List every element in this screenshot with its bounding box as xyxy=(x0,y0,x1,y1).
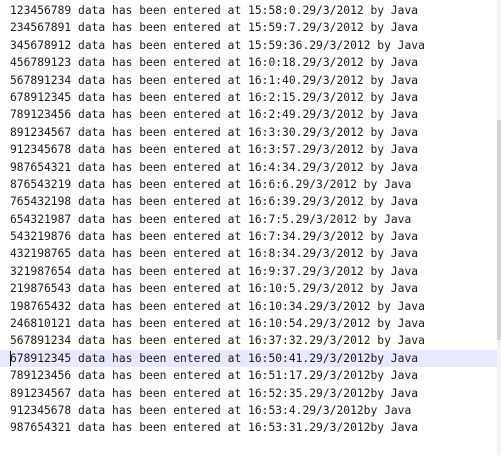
text-line[interactable]: 432198765 data has been entered at 16:8:… xyxy=(0,245,501,262)
line-text: 198765432 data has been entered at 16:10… xyxy=(10,299,425,313)
line-text: 678912345 data has been entered at 16:50… xyxy=(10,351,419,365)
text-line[interactable]: 567891234 data has been entered at 16:1:… xyxy=(0,72,501,89)
scrollbar-thumb[interactable] xyxy=(497,120,501,340)
text-line[interactable]: 891234567 data has been entered at 16:3:… xyxy=(0,124,501,141)
line-text: 234567891 data has been entered at 15:59… xyxy=(10,21,419,35)
text-line[interactable]: 789123456 data has been entered at 16:2:… xyxy=(0,106,501,123)
text-line[interactable]: 234567891 data has been entered at 15:59… xyxy=(0,19,501,36)
text-line[interactable]: 912345678 data has been entered at 16:53… xyxy=(0,402,501,419)
line-text: 789123456 data has been entered at 16:2:… xyxy=(10,108,419,122)
line-text: 432198765 data has been entered at 16:8:… xyxy=(10,247,419,261)
line-text: 567891234 data has been entered at 16:1:… xyxy=(10,73,419,87)
text-line[interactable]: 912345678 data has been entered at 16:3:… xyxy=(0,141,501,158)
text-lines[interactable]: 123456789 data has been entered at 15:58… xyxy=(0,2,501,437)
text-line[interactable]: 987654321 data has been entered at 16:53… xyxy=(0,419,501,436)
text-line[interactable]: 246810121 data has been entered at 16:10… xyxy=(0,315,501,332)
text-line[interactable]: 987654321 data has been entered at 16:4:… xyxy=(0,159,501,176)
line-text: 654321987 data has been entered at 16:7:… xyxy=(10,212,412,226)
vertical-scrollbar[interactable] xyxy=(497,0,501,455)
line-text: 987654321 data has been entered at 16:4:… xyxy=(10,160,419,174)
text-line[interactable]: 765432198 data has been entered at 16:6:… xyxy=(0,193,501,210)
text-line[interactable]: 321987654 data has been entered at 16:9:… xyxy=(0,263,501,280)
line-text: 678912345 data has been entered at 16:2:… xyxy=(10,90,419,104)
text-line[interactable]: 567891234 data has been entered at 16:37… xyxy=(0,332,501,349)
text-line[interactable]: 543219876 data has been entered at 16:7:… xyxy=(0,228,501,245)
line-text: 123456789 data has been entered at 15:58… xyxy=(10,4,419,17)
line-text: 543219876 data has been entered at 16:7:… xyxy=(10,230,419,244)
line-text: 321987654 data has been entered at 16:9:… xyxy=(10,264,419,278)
line-text: 987654321 data has been entered at 16:53… xyxy=(10,421,419,435)
text-line[interactable]: 891234567 data has been entered at 16:52… xyxy=(0,385,501,402)
line-text: 567891234 data has been entered at 16:37… xyxy=(10,334,425,348)
text-line[interactable]: 654321987 data has been entered at 16:7:… xyxy=(0,211,501,228)
text-line[interactable]: 198765432 data has been entered at 16:10… xyxy=(0,298,501,315)
line-text: 246810121 data has been entered at 16:10… xyxy=(10,317,425,331)
text-line[interactable]: 678912345 data has been entered at 16:2:… xyxy=(0,89,501,106)
line-text: 912345678 data has been entered at 16:53… xyxy=(10,403,412,417)
line-text: 765432198 data has been entered at 16:6:… xyxy=(10,195,419,209)
line-text: 876543219 data has been entered at 16:6:… xyxy=(10,177,412,191)
line-text: 891234567 data has been entered at 16:3:… xyxy=(10,125,419,139)
line-text: 789123456 data has been entered at 16:51… xyxy=(10,369,419,383)
text-line[interactable]: 219876543 data has been entered at 16:10… xyxy=(0,280,501,297)
line-text: 891234567 data has been entered at 16:52… xyxy=(10,386,419,400)
line-text: 456789123 data has been entered at 16:0:… xyxy=(10,56,419,70)
line-text: 345678912 data has been entered at 15:59… xyxy=(10,38,425,52)
text-line[interactable]: 123456789 data has been entered at 15:58… xyxy=(0,2,501,19)
line-text: 219876543 data has been entered at 16:10… xyxy=(10,282,419,296)
text-editor[interactable]: 123456789 data has been entered at 15:58… xyxy=(0,0,501,455)
text-line[interactable]: 345678912 data has been entered at 15:59… xyxy=(0,37,501,54)
text-line[interactable]: 876543219 data has been entered at 16:6:… xyxy=(0,176,501,193)
text-line[interactable]: 456789123 data has been entered at 16:0:… xyxy=(0,54,501,71)
line-text: 912345678 data has been entered at 16:3:… xyxy=(10,143,419,157)
text-line-current[interactable]: 678912345 data has been entered at 16:50… xyxy=(0,349,501,368)
text-line[interactable]: 789123456 data has been entered at 16:51… xyxy=(0,367,501,384)
